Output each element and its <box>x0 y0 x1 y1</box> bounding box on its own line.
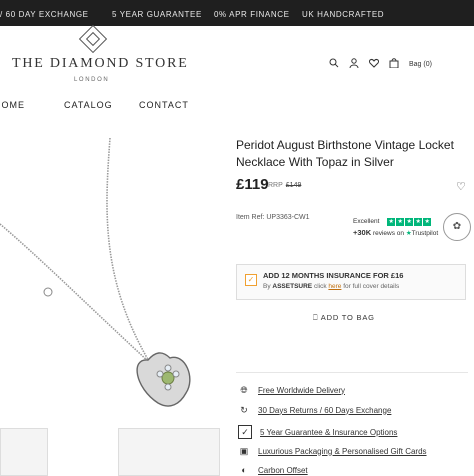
nav-contact[interactable]: CONTACT <box>139 100 189 110</box>
globe-icon: 🌐︎ <box>240 385 248 395</box>
insurance-details: By ASSETSURE click here for full cover d… <box>263 283 399 290</box>
insurance-click: click <box>313 283 327 290</box>
announcement-item: / 60 DAY EXCHANGE <box>0 10 89 19</box>
diamond-logo-icon[interactable] <box>78 24 108 54</box>
insurance-box[interactable]: ✓ ADD 12 MONTHS INSURANCE FOR £16 By ASS… <box>236 264 466 300</box>
insurance-title: ADD 12 MONTHS INSURANCE FOR £16 <box>263 271 404 280</box>
account-icon[interactable] <box>349 58 359 71</box>
thumbnail-image[interactable] <box>118 428 220 476</box>
bag-icon: ⎕ <box>313 313 319 322</box>
announcement-item: UK HANDCRAFTED <box>302 10 385 19</box>
gift-icon: ▣ <box>239 446 249 456</box>
nav-home[interactable]: HOME <box>0 100 25 110</box>
insurance-by: By <box>263 283 271 290</box>
add-to-bag-label: ADD TO BAG <box>320 313 375 322</box>
trustpilot-widget[interactable]: Excellent ★ ★ ★ ★ ★ +30K reviews on ★ Trustpi… <box>353 218 438 237</box>
search-icon[interactable] <box>329 58 339 71</box>
header-actions: Bag (0) <box>329 58 432 71</box>
star-icon: ★ <box>423 218 432 226</box>
feature-link[interactable]: 5 Year Guarantee & Insurance Options <box>260 428 397 437</box>
rrp-label: RRP <box>268 182 283 189</box>
brand-name[interactable]: THE DIAMOND STORE <box>12 56 189 72</box>
feature-link[interactable]: Luxurious Packaging & Personalised Gift … <box>258 447 427 456</box>
product-title: Peridot August Birthstone Vintage Locket… <box>236 138 454 169</box>
trustpilot-rating-label: Excellent <box>353 218 380 225</box>
star-icon: ★ <box>396 218 405 226</box>
offset-icon: ◐ <box>241 465 247 475</box>
insurance-checkbox[interactable]: ✓ <box>245 274 257 286</box>
thumbnail-image[interactable] <box>0 428 48 476</box>
bag-icon[interactable] <box>389 58 399 71</box>
wishlist-heart-icon[interactable] <box>369 58 379 71</box>
bag-link[interactable]: Bag (0) <box>409 61 432 68</box>
divider <box>236 372 468 373</box>
star-icon: ★ <box>387 218 396 226</box>
reviews-count: +30K <box>353 228 372 237</box>
feature-item: ▣ Luxurious Packaging & Personalised Gif… <box>238 445 427 457</box>
return-icon: ↻ <box>240 405 248 415</box>
insurance-provider: ASSETSURE <box>272 283 313 290</box>
product-image[interactable] <box>0 128 232 428</box>
trustpilot-stars: ★ ★ ★ ★ ★ <box>387 218 432 226</box>
feature-item: ◐ Carbon Offset <box>238 464 308 476</box>
reviews-text: reviews on <box>372 230 405 237</box>
feature-link[interactable]: Free Worldwide Delivery <box>258 386 345 395</box>
nav-catalog[interactable]: CATALOG <box>64 100 113 110</box>
star-icon: ★ <box>414 218 423 226</box>
announcement-item: 5 YEAR GUARANTEE <box>112 10 202 19</box>
feature-item: ↻ 30 Days Returns / 60 Days Exchange <box>238 404 391 416</box>
announcement-bar: / 60 DAY EXCHANGE 5 YEAR GUARANTEE 0% AP… <box>0 0 474 26</box>
announcement-item: 0% APR FINANCE <box>214 10 290 19</box>
product-price: £119 <box>236 176 269 193</box>
feature-item: ✓ 5 Year Guarantee & Insurance Options <box>238 425 397 439</box>
add-to-bag-button[interactable]: ⎕ ADD TO BAG <box>313 313 375 323</box>
feature-link[interactable]: Carbon Offset <box>258 466 308 475</box>
trustpilot-brand: Trustpilot <box>411 230 439 237</box>
brand-location: LONDON <box>74 77 110 83</box>
add-to-wishlist-heart-icon[interactable]: ♡ <box>456 180 466 193</box>
insurance-rest: for full cover details <box>343 283 400 290</box>
rrp-price: RRP £149 <box>268 182 301 189</box>
butterfly-badge-icon: ✿ <box>443 213 471 241</box>
star-icon: ★ <box>405 218 414 226</box>
insurance-details-link[interactable]: here <box>328 283 341 290</box>
feature-link[interactable]: 30 Days Returns / 60 Days Exchange <box>258 406 391 415</box>
item-reference: Item Ref: UP3363-CW1 <box>236 214 310 221</box>
feature-item: 🌐︎ Free Worldwide Delivery <box>238 384 345 396</box>
shield-check-icon: ✓ <box>238 425 252 439</box>
rrp-value: £149 <box>285 182 302 189</box>
